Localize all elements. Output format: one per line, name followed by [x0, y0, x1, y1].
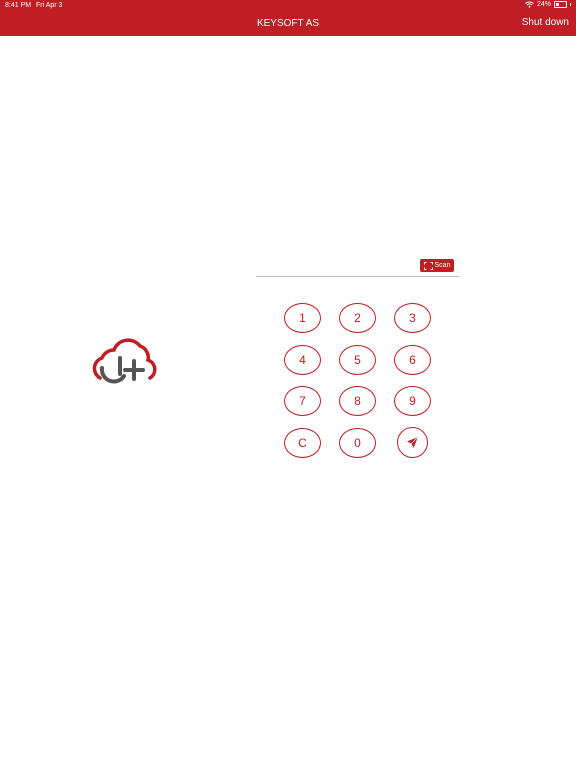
key-7[interactable]: 7 — [284, 386, 321, 416]
key-9[interactable]: 9 — [394, 386, 431, 416]
key-8[interactable]: 8 — [339, 386, 376, 416]
battery-tip — [570, 3, 571, 6]
key-4[interactable]: 4 — [284, 345, 321, 375]
scan-button[interactable]: Scan — [420, 259, 454, 272]
cloud-plus-logo — [92, 338, 157, 384]
key-clear[interactable]: C — [284, 428, 321, 458]
battery-icon — [554, 1, 567, 8]
top-bar: 8:41 PM Fri Apr 3 24% KEYSOFT AS Shut do… — [0, 0, 576, 36]
key-2[interactable]: 2 — [339, 303, 376, 333]
key-3[interactable]: 3 — [394, 303, 431, 333]
scan-label: Scan — [434, 262, 451, 269]
status-date: Fri Apr 3 — [36, 2, 63, 9]
shutdown-button[interactable]: Shut down — [522, 17, 569, 28]
scan-frame-icon — [423, 261, 433, 270]
status-time: 8:41 PM — [5, 2, 32, 9]
status-indicators: 24% — [525, 1, 571, 8]
send-arrow-icon — [407, 436, 419, 448]
key-6[interactable]: 6 — [394, 345, 431, 375]
wifi-icon — [525, 1, 534, 8]
key-0[interactable]: 0 — [339, 428, 376, 458]
key-5[interactable]: 5 — [339, 345, 376, 375]
app-title: KEYSOFT AS — [256, 18, 320, 29]
key-1[interactable]: 1 — [284, 303, 321, 333]
battery-percent: 24% — [536, 1, 551, 8]
code-input-underline[interactable] — [256, 276, 459, 277]
send-button[interactable] — [397, 427, 428, 458]
